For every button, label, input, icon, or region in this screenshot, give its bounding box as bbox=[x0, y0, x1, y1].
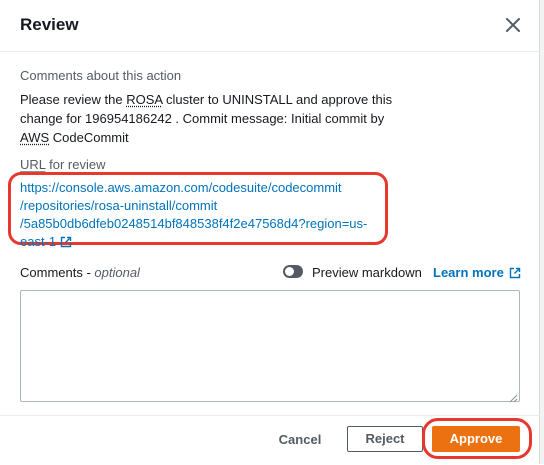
learn-more-text[interactable]: Learn more bbox=[433, 265, 504, 280]
external-link-icon bbox=[509, 267, 521, 282]
optional-label: optional bbox=[94, 265, 140, 280]
url-label-rest: for review bbox=[45, 157, 106, 172]
url-line-text[interactable]: east-1 bbox=[20, 234, 56, 249]
comments-field-label: Comments - optional bbox=[20, 265, 140, 280]
cancel-button[interactable]: Cancel bbox=[270, 428, 330, 452]
comment-text-part: CodeCommit bbox=[49, 130, 129, 145]
url-line[interactable]: /5a85b0db6dfeb0248514bf848538f4f2e47568d… bbox=[20, 215, 390, 233]
url-line[interactable]: east-1 bbox=[20, 233, 390, 253]
aws-abbreviation: AWS bbox=[20, 130, 50, 145]
modal-header: Review bbox=[0, 0, 540, 52]
review-url-link[interactable]: https://console.aws.amazon.com/codesuite… bbox=[20, 179, 390, 253]
modal-title: Review bbox=[20, 15, 79, 34]
preview-markdown-label[interactable]: Preview markdown bbox=[312, 265, 422, 280]
toggle-knob bbox=[285, 267, 294, 276]
review-modal: Review Comments about this action Please… bbox=[0, 0, 540, 464]
comment-text-part: Please review the bbox=[20, 92, 127, 107]
close-icon[interactable] bbox=[500, 12, 526, 38]
comments-label-text: Comments - bbox=[20, 265, 95, 280]
learn-more-link[interactable]: Learn more bbox=[433, 265, 521, 282]
comments-textarea[interactable] bbox=[20, 290, 520, 402]
url-line[interactable]: https://console.aws.amazon.com/codesuite… bbox=[20, 179, 390, 197]
url-for-review-label: URL for review bbox=[20, 157, 106, 172]
approve-button[interactable]: Approve bbox=[432, 426, 520, 452]
reject-button[interactable]: Reject bbox=[347, 426, 423, 452]
external-link-icon bbox=[60, 235, 72, 253]
url-line[interactable]: /repositories/rosa-uninstall/commit bbox=[20, 197, 390, 215]
rosa-abbreviation: ROSA bbox=[126, 92, 163, 107]
comments-about-action-label: Comments about this action bbox=[20, 68, 182, 83]
url-abbreviation: URL bbox=[20, 157, 46, 172]
preview-markdown-toggle[interactable] bbox=[283, 265, 303, 278]
resize-grip-icon[interactable] bbox=[508, 390, 518, 403]
action-comment-text: Please review the ROSA cluster to UNINST… bbox=[20, 90, 420, 147]
comment-text-part: cluster to UNINSTALL and approve this bbox=[162, 92, 393, 107]
comment-text-part: change for 196954186242 . Commit message… bbox=[20, 111, 385, 126]
